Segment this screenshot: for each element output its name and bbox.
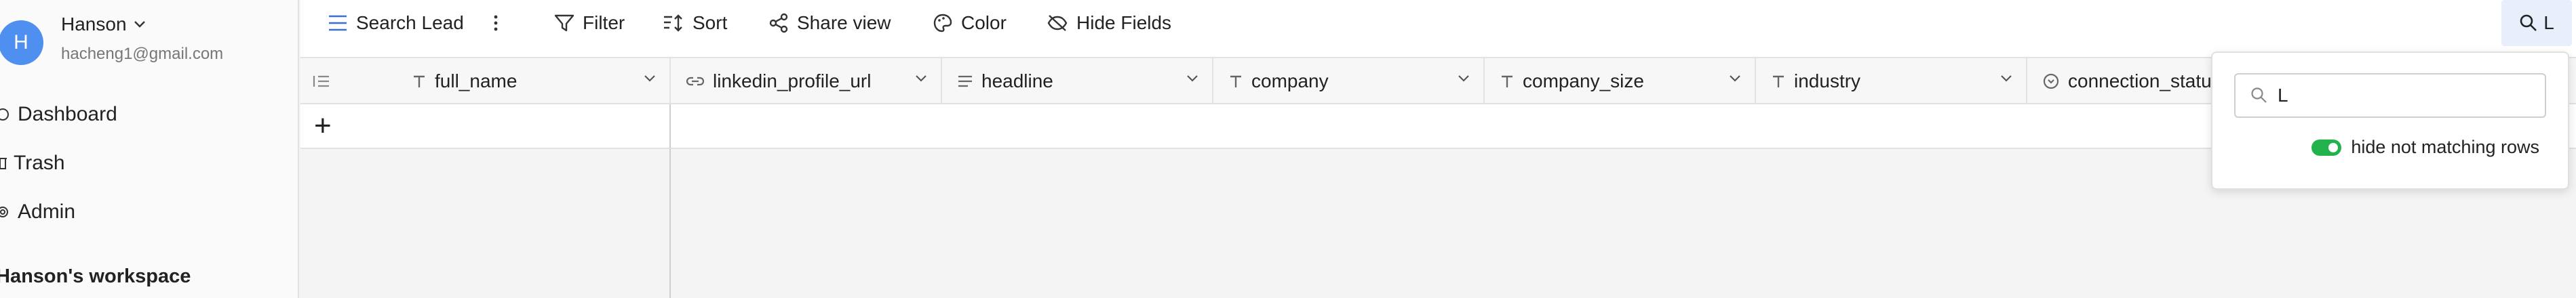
menu-icon bbox=[329, 15, 347, 31]
more-vertical-icon bbox=[494, 15, 498, 31]
user-email: hacheng1@gmail.com bbox=[61, 45, 224, 63]
column-header-company-size[interactable]: company_size bbox=[1485, 58, 1756, 104]
eye-off-icon bbox=[1047, 15, 1068, 31]
gear-icon bbox=[0, 207, 8, 217]
workspace-label[interactable]: Hanson's workspace bbox=[0, 265, 191, 288]
long-text-type-icon bbox=[958, 75, 972, 87]
search-icon bbox=[2251, 87, 2267, 103]
table-name: Search Lead bbox=[356, 12, 464, 33]
palette-icon bbox=[933, 14, 952, 33]
search-button-value: L bbox=[2543, 12, 2554, 33]
column-header-industry[interactable]: industry bbox=[1756, 58, 2027, 104]
column-label: industry bbox=[1794, 70, 1861, 91]
dashboard-icon bbox=[0, 108, 9, 121]
table-name-button[interactable]: Search Lead bbox=[328, 0, 464, 46]
column-header-company[interactable]: company bbox=[1213, 58, 1485, 104]
sidebar-item-label: Trash bbox=[14, 152, 65, 174]
search-input[interactable]: L bbox=[2234, 73, 2546, 118]
chevron-down-icon bbox=[134, 21, 145, 28]
column-label: connection_status bbox=[2068, 70, 2221, 91]
sort-label: Sort bbox=[692, 12, 728, 33]
column-label: company_size bbox=[1523, 70, 1644, 91]
sort-button[interactable]: Sort bbox=[663, 0, 727, 46]
share-icon bbox=[769, 13, 788, 33]
color-label: Color bbox=[961, 12, 1007, 33]
add-row-cell bbox=[300, 104, 671, 149]
select-type-icon bbox=[2043, 73, 2059, 89]
chevron-down-icon[interactable] bbox=[1729, 74, 1741, 83]
user-name-label: Hanson bbox=[61, 14, 127, 35]
column-header-linkedin-profile-url[interactable]: linkedin_profile_url bbox=[671, 58, 942, 104]
chevron-down-icon[interactable] bbox=[644, 74, 656, 83]
trash-icon bbox=[0, 158, 7, 169]
hide-fields-label: Hide Fields bbox=[1076, 12, 1172, 33]
chevron-down-icon[interactable] bbox=[1458, 74, 1470, 83]
link-type-icon bbox=[686, 77, 705, 86]
column-header-full-name[interactable]: full_name bbox=[300, 58, 671, 104]
more-options-button[interactable] bbox=[493, 0, 499, 46]
chevron-down-icon[interactable] bbox=[2000, 74, 2012, 83]
column-header-headline[interactable]: headline bbox=[942, 58, 1213, 104]
text-type-icon bbox=[1773, 75, 1784, 87]
column-label: company bbox=[1251, 70, 1329, 91]
color-button[interactable]: Color bbox=[933, 0, 1007, 46]
user-name[interactable]: Hanson bbox=[61, 14, 146, 35]
chevron-down-icon[interactable] bbox=[915, 74, 927, 83]
sidebar-item-label: Dashboard bbox=[18, 103, 117, 125]
search-icon bbox=[2520, 14, 2537, 31]
sidebar-item-admin[interactable]: Admin bbox=[0, 200, 75, 224]
row-number-icon bbox=[313, 75, 329, 87]
text-type-icon bbox=[414, 75, 425, 87]
toggle-switch[interactable] bbox=[2311, 139, 2342, 156]
share-view-label: Share view bbox=[797, 12, 891, 33]
column-label: linkedin_profile_url bbox=[713, 70, 872, 91]
sort-icon bbox=[664, 14, 682, 32]
text-type-icon bbox=[1230, 75, 1241, 87]
sidebar-item-trash[interactable]: Trash bbox=[0, 152, 65, 175]
toolbar: Search Lead Filter Sort Share view Color… bbox=[300, 0, 2576, 58]
sidebar-item-dashboard[interactable]: Dashboard bbox=[0, 103, 117, 126]
avatar[interactable]: H bbox=[0, 20, 43, 65]
share-view-button[interactable]: Share view bbox=[768, 0, 891, 46]
user-menu[interactable]: H Hanson hacheng1@gmail.com bbox=[0, 11, 298, 65]
frozen-column-divider bbox=[669, 149, 671, 298]
filter-button[interactable]: Filter bbox=[554, 0, 625, 46]
search-query: L bbox=[2278, 85, 2288, 106]
hide-fields-button[interactable]: Hide Fields bbox=[1047, 0, 1171, 46]
sidebar-item-label: Admin bbox=[18, 200, 76, 223]
filter-icon bbox=[554, 14, 574, 32]
hide-not-matching-label: hide not matching rows bbox=[2351, 137, 2539, 157]
sidebar: H Hanson hacheng1@gmail.com Dashboard Tr… bbox=[0, 0, 299, 298]
text-type-icon bbox=[1502, 75, 1513, 87]
add-row-button[interactable]: + bbox=[314, 111, 341, 141]
search-popover: L hide not matching rows bbox=[2211, 51, 2569, 190]
filter-label: Filter bbox=[583, 12, 625, 33]
search-button[interactable]: L bbox=[2501, 0, 2572, 46]
column-label: headline bbox=[981, 70, 1053, 91]
column-label: full_name bbox=[435, 70, 518, 91]
chevron-down-icon[interactable] bbox=[1186, 74, 1198, 83]
hide-not-matching-toggle[interactable]: hide not matching rows bbox=[2311, 137, 2539, 158]
